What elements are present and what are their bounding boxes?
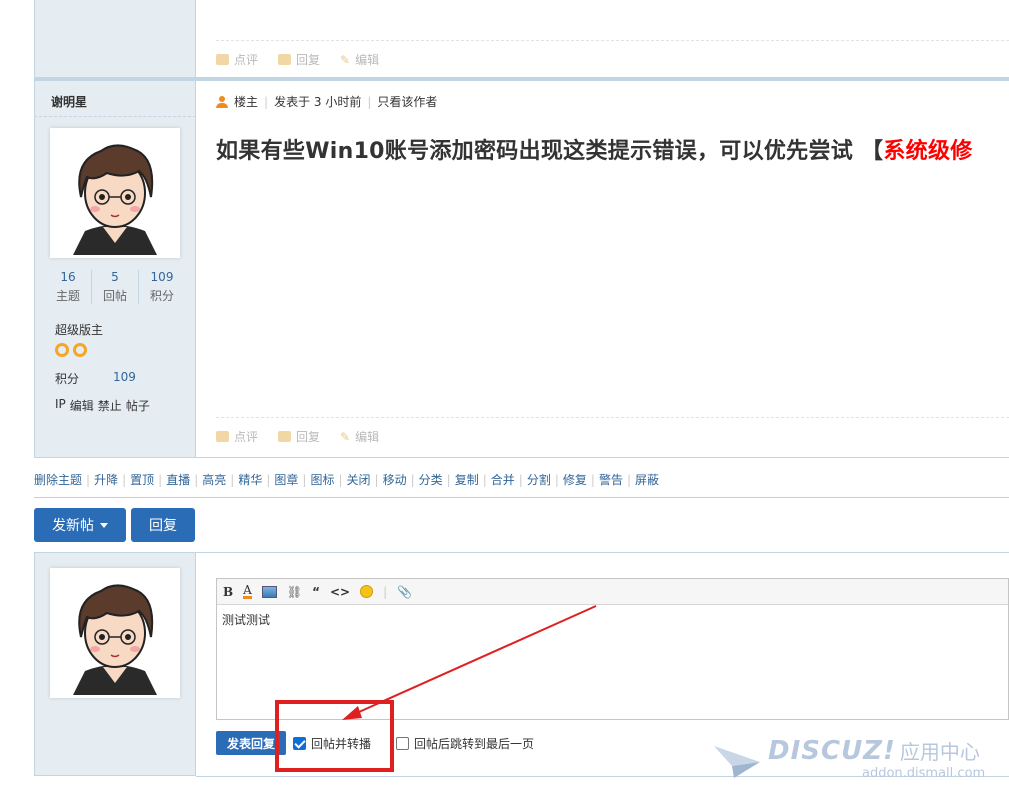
watermark-cn: 应用中心	[899, 740, 980, 764]
watermark-logo: DISCUZ! 应用中心 addon.dismall.com	[712, 736, 1002, 786]
paper-plane-icon	[714, 746, 760, 778]
annotation-arrow	[342, 605, 597, 720]
watermark-brand: DISCUZ!	[768, 736, 896, 766]
watermark-url: addon.dismall.com	[862, 766, 986, 781]
